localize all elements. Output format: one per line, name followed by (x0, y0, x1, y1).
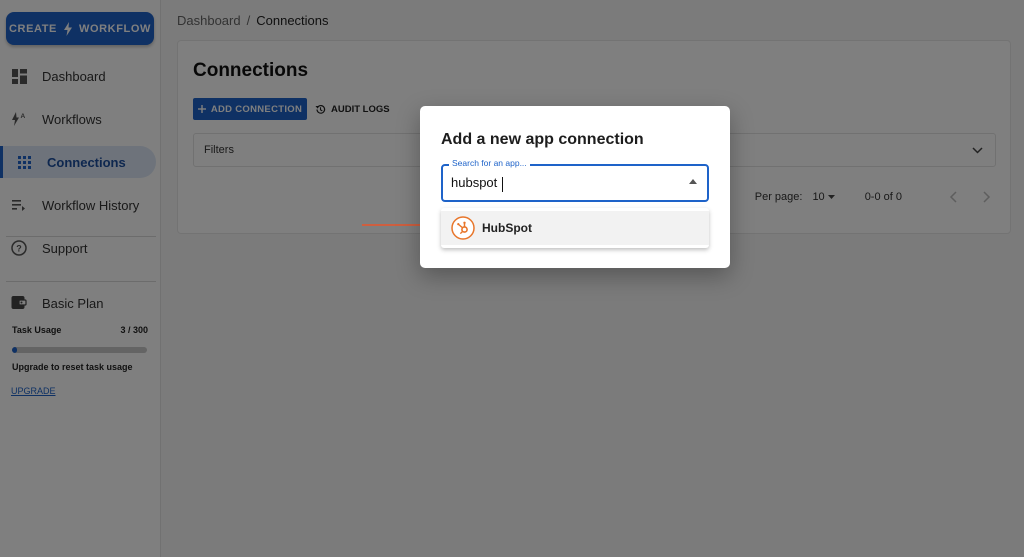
app-option-label: HubSpot (482, 221, 532, 235)
dialog-title: Add a new app connection (441, 131, 644, 148)
modal-backdrop[interactable] (0, 0, 1024, 557)
app-option-hubspot[interactable]: HubSpot (441, 211, 709, 245)
app-options-list: HubSpot (441, 208, 709, 248)
app-search-field[interactable]: Search for an app... (441, 158, 709, 202)
hubspot-logo-icon (451, 216, 475, 240)
text-caret (502, 177, 503, 192)
collapse-arrow-icon[interactable] (689, 179, 697, 184)
add-connection-dialog: Add a new app connection Search for an a… (420, 106, 730, 268)
app-search-label: Search for an app... (449, 158, 530, 168)
app-search-input[interactable] (451, 175, 671, 190)
